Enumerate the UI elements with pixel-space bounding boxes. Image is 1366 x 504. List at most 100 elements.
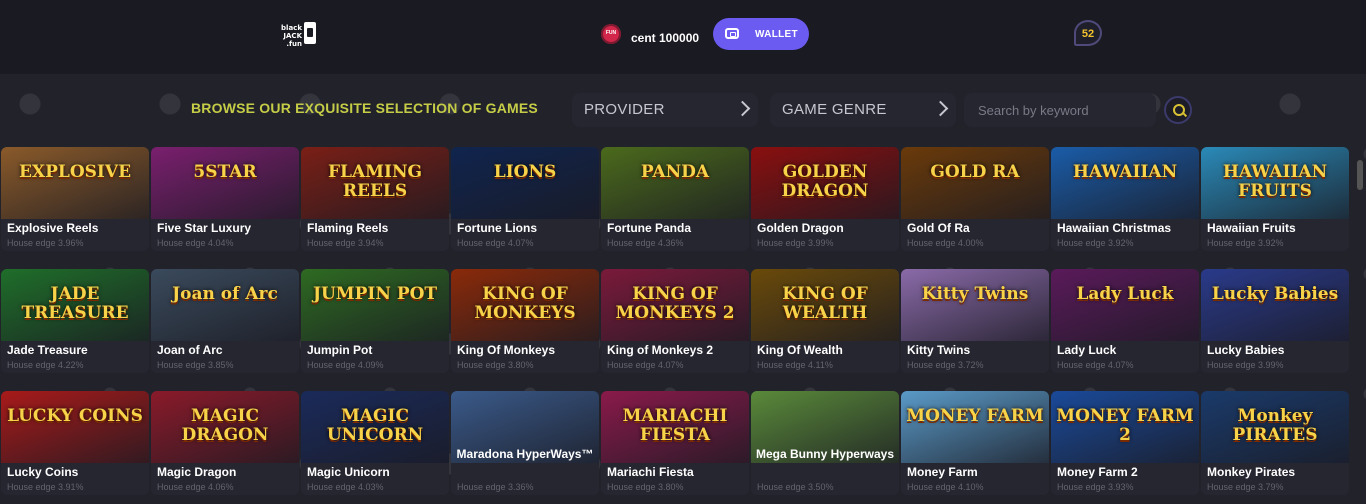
game-info: Money Farm House edge 4.10% (901, 463, 1049, 495)
game-name: Joan of Arc (157, 343, 223, 357)
house-edge: House edge 4.10% (907, 482, 984, 492)
balance-display: cent 100000 (631, 31, 700, 45)
browse-title: BROWSE OUR EXQUISITE SELECTION OF GAMES (191, 100, 538, 116)
game-tile[interactable]: MARIACHI FIESTA Mariachi Fiesta House edge… (601, 391, 749, 495)
house-edge: House edge 3.96% (7, 238, 84, 248)
game-thumbnail[interactable]: Kitty Twins (901, 269, 1049, 341)
wallet-button[interactable]: WALLET (713, 18, 809, 50)
game-tile[interactable]: MAGIC UNICORN Magic Unicorn House edge 4.0… (301, 391, 449, 495)
game-name: Lucky Coins (7, 465, 79, 479)
game-name: Lucky Babies (1207, 343, 1285, 357)
game-logo-art: MAGIC DRAGON (181, 406, 269, 445)
game-thumbnail[interactable]: JUMPIN POT (301, 269, 449, 341)
game-name: Mega Bunny Hyperways (755, 447, 895, 461)
game-thumbnail[interactable]: Lucky Babies (1201, 269, 1349, 341)
game-info: Jade Treasure House edge 4.22% (1, 341, 149, 373)
house-edge: House edge 4.07% (457, 238, 534, 248)
game-tile[interactable]: MONEY FARM Money Farm House edge 4.10% (901, 391, 1049, 495)
game-tile[interactable]: GOLD RA Gold Of Ra House edge 4.00% (901, 147, 1049, 251)
house-edge: House edge 3.50% (757, 482, 834, 492)
game-thumbnail[interactable]: PANDA (601, 147, 749, 219)
game-info: Mariachi Fiesta House edge 3.80% (601, 463, 749, 495)
game-name: Mariachi Fiesta (607, 465, 694, 479)
game-thumbnail[interactable]: GOLDEN DRAGON (751, 147, 899, 219)
game-tile[interactable]: GOLDEN DRAGON Golden Dragon House edge 3.9… (751, 147, 899, 251)
game-logo-art: LIONS (493, 162, 557, 182)
game-logo-art: JADE TREASURE (21, 284, 129, 323)
search-input[interactable] (964, 93, 1156, 127)
game-logo-art: GOLDEN DRAGON (781, 162, 869, 201)
game-logo-art: 5STAR (193, 162, 257, 182)
game-thumbnail[interactable]: 5STAR (151, 147, 299, 219)
game-name: Money Farm 2 (1057, 465, 1138, 479)
game-thumbnail[interactable]: KING OF WEALTH (751, 269, 899, 341)
game-info: Fortune Lions House edge 4.07% (451, 219, 599, 251)
game-logo-art: Lucky Babies (1211, 284, 1339, 304)
game-thumbnail[interactable]: MARIACHI FIESTA (601, 391, 749, 463)
game-thumbnail[interactable]: FLAMING REELS (301, 147, 449, 219)
currency-badge: FUN (605, 30, 617, 36)
game-tile[interactable]: Kitty Twins Kitty Twins House edge 3.72% (901, 269, 1049, 373)
game-logo-art: MONEY FARM 2 (1056, 406, 1194, 445)
game-tile[interactable]: Maradona HyperWays™ House edge 3.36% (451, 391, 599, 495)
game-thumbnail[interactable]: GOLD RA (901, 147, 1049, 219)
game-name: Golden Dragon (757, 221, 844, 235)
game-thumbnail[interactable]: MONEY FARM (901, 391, 1049, 463)
game-logo-art: EXPLOSIVE (18, 162, 132, 182)
game-info: Magic Unicorn House edge 4.03% (301, 463, 449, 495)
game-tile[interactable]: KING OF WEALTH King Of Wealth House edge 4… (751, 269, 899, 373)
game-thumbnail[interactable]: Lady Luck (1051, 269, 1199, 341)
house-edge: House edge 3.99% (757, 238, 834, 248)
game-tile[interactable]: KING OF MONKEYS King Of Monkeys House edge… (451, 269, 599, 373)
chat-notification-button[interactable]: 52 (1074, 20, 1102, 46)
scrollbar[interactable] (1357, 160, 1363, 190)
provider-dropdown[interactable]: PROVIDER (572, 93, 758, 127)
game-tile[interactable]: LIONS Fortune Lions House edge 4.07% (451, 147, 599, 251)
house-edge: House edge 3.80% (457, 360, 534, 370)
game-tile[interactable]: FLAMING REELS Flaming Reels House edge 3.9… (301, 147, 449, 251)
game-info: Hawaiian Christmas House edge 3.92% (1051, 219, 1199, 251)
game-thumbnail[interactable]: MAGIC DRAGON (151, 391, 299, 463)
game-thumbnail[interactable]: LIONS (451, 147, 599, 219)
game-tile[interactable]: Lady Luck Lady Luck House edge 4.07% (1051, 269, 1199, 373)
game-tile[interactable]: JUMPIN POT Jumpin Pot House edge 4.09% (301, 269, 449, 373)
game-name: Money Farm (907, 465, 978, 479)
game-tile[interactable]: KING OF MONKEYS 2 King of Monkeys 2 House … (601, 269, 749, 373)
house-edge: House edge 4.03% (307, 482, 384, 492)
game-name: Jade Treasure (7, 343, 88, 357)
game-tile[interactable]: Lucky Babies Lucky Babies House edge 3.99% (1201, 269, 1349, 373)
game-tile[interactable]: EXPLOSIVE Explosive Reels House edge 3.96% (1, 147, 149, 251)
game-thumbnail[interactable]: Joan of Arc (151, 269, 299, 341)
game-thumbnail[interactable]: MONEY FARM 2 (1051, 391, 1199, 463)
game-tile[interactable]: 5STAR Five Star Luxury House edge 4.04% (151, 147, 299, 251)
game-tile[interactable]: Mega Bunny Hyperways House edge 3.50% (751, 391, 899, 495)
game-tile[interactable]: LUCKY COINS Lucky Coins House edge 3.91% (1, 391, 149, 495)
site-logo[interactable]: black JACK .fun (276, 22, 318, 48)
game-thumbnail[interactable]: HAWAIIAN FRUITS (1201, 147, 1349, 219)
provider-label: PROVIDER (584, 101, 665, 118)
game-tile[interactable]: PANDA Fortune Panda House edge 4.36% (601, 147, 749, 251)
game-thumbnail[interactable]: Monkey PIRATES (1201, 391, 1349, 463)
search-button[interactable] (1164, 96, 1192, 124)
logo-text: black JACK .fun (281, 24, 302, 48)
game-tile[interactable]: HAWAIIAN FRUITS Hawaiian Fruits House edge… (1201, 147, 1349, 251)
game-thumbnail[interactable]: JADE TREASURE (1, 269, 149, 341)
house-edge: House edge 4.07% (607, 360, 684, 370)
wallet-label: WALLET (755, 29, 798, 40)
game-tile[interactable]: MONEY FARM 2 Money Farm 2 House edge 3.93% (1051, 391, 1199, 495)
game-tile[interactable]: JADE TREASURE Jade Treasure House edge 4.2… (1, 269, 149, 373)
game-thumbnail[interactable]: KING OF MONKEYS 2 (601, 269, 749, 341)
game-info: Lucky Babies House edge 3.99% (1201, 341, 1349, 373)
game-tile[interactable]: MAGIC DRAGON Magic Dragon House edge 4.06% (151, 391, 299, 495)
game-tile[interactable]: Monkey PIRATES Monkey Pirates House edge 3… (1201, 391, 1349, 495)
game-tile[interactable]: Joan of Arc Joan of Arc House edge 3.85% (151, 269, 299, 373)
game-info: Explosive Reels House edge 3.96% (1, 219, 149, 251)
game-tile[interactable]: HAWAIIAN Hawaiian Christmas House edge 3.9… (1051, 147, 1199, 251)
game-thumbnail[interactable]: KING OF MONKEYS (451, 269, 599, 341)
genre-dropdown[interactable]: GAME GENRE (770, 93, 956, 127)
game-thumbnail[interactable]: MAGIC UNICORN (301, 391, 449, 463)
game-thumbnail[interactable]: EXPLOSIVE (1, 147, 149, 219)
game-thumbnail[interactable]: HAWAIIAN (1051, 147, 1199, 219)
game-thumbnail[interactable]: LUCKY COINS (1, 391, 149, 463)
game-logo-art: MARIACHI FIESTA (622, 406, 728, 445)
